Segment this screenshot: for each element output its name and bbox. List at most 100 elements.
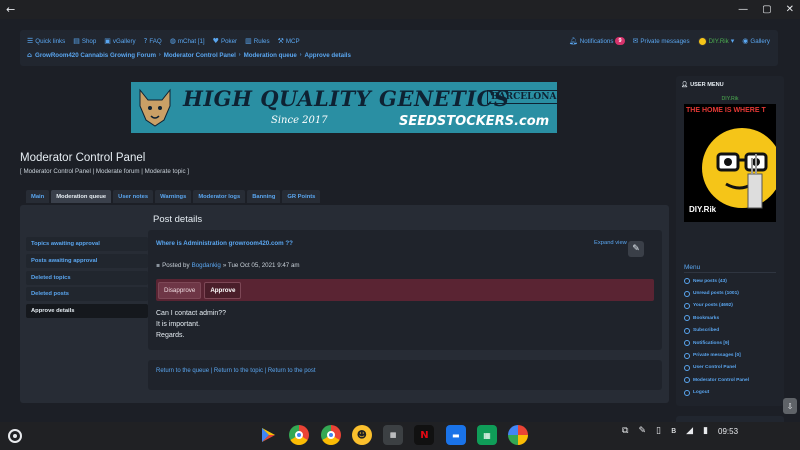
side-item-topics-awaiting[interactable]: Topics awaiting approval — [26, 237, 148, 251]
banner-headline: HIGH QUALITY GENETICS — [183, 86, 510, 111]
user-menu-heading: Menu — [684, 264, 776, 273]
breadcrumb-queue[interactable]: Moderation queue — [244, 52, 297, 59]
chat-icon: ◍ — [169, 37, 176, 45]
tab-gr-points[interactable]: GR Points — [282, 190, 321, 203]
stylus-icon[interactable]: ✎ — [638, 426, 646, 436]
menu-item-subscribed[interactable]: Subscribed — [684, 325, 780, 337]
side-item-approve-details[interactable]: Approve details — [26, 304, 148, 319]
post-box: Where is Administration growroom420.com … — [148, 230, 662, 350]
banner-ad[interactable]: HIGH QUALITY GENETICS Since 2017 BARCELO… — [131, 82, 557, 133]
post-meta: ▪ Posted by Bogdankig » Tue Oct 05, 2021… — [156, 262, 300, 269]
bullet-icon — [684, 364, 690, 371]
return-links[interactable]: Return to the queue | Return to the topi… — [156, 368, 316, 374]
close-icon[interactable]: ✕ — [786, 4, 794, 15]
mcp-link[interactable]: ⚒ MCP — [278, 37, 300, 45]
breadcrumb-approve-details[interactable]: Approve details — [305, 52, 351, 59]
menu-item-logout[interactable]: Logout — [684, 387, 780, 399]
bluetooth-icon[interactable]: ʙ — [671, 426, 676, 436]
approval-action-bar: Disapprove Approve — [156, 279, 654, 301]
breadcrumb-forum[interactable]: GrowRoom420 Cannabis Growing Forum — [35, 52, 156, 59]
side-item-deleted-topics[interactable]: Deleted topics — [26, 270, 148, 285]
home-icon[interactable]: ⌂ — [27, 51, 32, 59]
menu-item-new-posts[interactable]: New posts (43) — [684, 275, 780, 287]
launcher-icon[interactable] — [8, 429, 22, 443]
menu-item-unread-posts[interactable]: Unread posts (1001) — [684, 287, 780, 299]
quick-links-menu[interactable]: ☰ Quick links — [27, 37, 65, 45]
rules-link[interactable]: ▥ Rules — [245, 37, 269, 45]
poker-link[interactable]: ♥ Poker — [213, 37, 237, 45]
screenshot-icon[interactable]: ⧉ — [622, 426, 628, 436]
back-arrow-icon[interactable]: ← — [6, 3, 15, 16]
side-item-deleted-posts[interactable]: Deleted posts — [26, 287, 148, 302]
shop-link[interactable]: ▤ Shop — [73, 37, 96, 45]
mcp-sub-links[interactable]: [ Moderator Control Panel | Moderate for… — [20, 168, 189, 175]
user-menu-panel: 👤︎ USER MENU DIY.Rik THE HOME IS WHERE T … — [676, 76, 784, 406]
menu-item-private-messages[interactable]: Private messages [0] — [684, 349, 780, 361]
disapprove-button[interactable]: Disapprove — [158, 281, 202, 299]
play-store-icon[interactable] — [258, 425, 278, 445]
photos-icon[interactable] — [508, 425, 529, 445]
tab-moderator-logs[interactable]: Moderator logs — [193, 190, 246, 203]
faq-link[interactable]: ? FAQ — [144, 37, 162, 45]
navbar-right: 🔔︎ Notifications 9 ✉ Private messages DIY.R… — [569, 36, 770, 46]
inbox-icon: ✉ — [632, 37, 639, 45]
user-menu-list: New posts (43) Unread posts (1001) Your … — [684, 275, 780, 399]
approve-button[interactable]: Approve — [204, 281, 242, 299]
battery-icon: ▮ — [703, 426, 709, 436]
post-topic-link[interactable]: Where is Administration growroom420.com … — [156, 240, 293, 247]
heart-icon: ♥ — [212, 37, 219, 45]
expand-view-link[interactable]: Expand view — [594, 240, 627, 246]
tab-banning[interactable]: Banning — [247, 190, 281, 203]
netflix-icon[interactable]: N — [414, 425, 435, 445]
camera-icon: ◉ — [742, 37, 749, 45]
menu-item-ucp[interactable]: User Control Panel — [684, 362, 780, 374]
post-content: Can I contact admin?? It is important. R… — [156, 308, 226, 341]
post-details-heading: Post details — [153, 214, 203, 225]
menu-item-notifications[interactable]: Notifications [9] — [684, 337, 780, 349]
edit-post-button[interactable]: ✎ — [628, 241, 644, 257]
avatar[interactable]: THE HOME IS WHERE T DIY.Rik — [684, 104, 776, 222]
post-author-link[interactable]: Bogdankig — [192, 262, 221, 269]
side-item-posts-awaiting[interactable]: Posts awaiting approval — [26, 253, 148, 268]
chrome-beta-icon[interactable] — [320, 425, 341, 445]
private-messages-link[interactable]: ✉ Private messages — [633, 37, 690, 45]
bullet-icon — [684, 327, 690, 334]
minimize-icon[interactable]: — — [738, 4, 748, 15]
gallery-link[interactable]: ◉ Gallery — [742, 37, 770, 45]
menu-item-bookmarks[interactable]: Bookmarks — [684, 312, 780, 324]
tab-user-notes[interactable]: User notes — [113, 190, 154, 203]
user-menu-username[interactable]: DIY.Rik — [676, 96, 784, 102]
chrome-icon[interactable] — [289, 425, 310, 445]
user-menu-title: 👤︎ USER MENU — [681, 82, 724, 88]
scroll-down-button[interactable]: ⇩ — [783, 398, 797, 414]
bullet-icon — [684, 315, 690, 322]
arrow-down-icon: ⇩ — [786, 401, 794, 411]
phone-icon[interactable]: ▯ — [656, 426, 661, 436]
video-app-icon[interactable]: ▦ — [383, 425, 404, 445]
post-file-icon: ▪ — [156, 262, 161, 269]
question-icon: ? — [143, 37, 148, 45]
bullet-icon — [684, 389, 690, 396]
app-dock: ☻ ▦ N ▬ ▦ — [258, 425, 529, 445]
bullet-icon — [684, 302, 690, 309]
return-links-box: Return to the queue | Return to the topi… — [148, 360, 662, 390]
tab-moderation-queue[interactable]: Moderation queue — [51, 190, 112, 203]
notifications-link[interactable]: 🔔︎ Notifications 9 — [569, 37, 625, 45]
menu-item-mcp[interactable]: Moderator Control Panel — [684, 374, 780, 386]
post-content-line: Can I contact admin?? — [156, 310, 227, 317]
maximize-icon[interactable]: ▢ — [762, 4, 771, 15]
mchat-link[interactable]: ◍ mChat [1] — [170, 37, 205, 45]
breadcrumb-mcp[interactable]: Moderator Control Panel — [164, 52, 236, 59]
menu-item-your-posts[interactable]: Your posts (4692) — [684, 300, 780, 312]
system-tray[interactable]: ⧉ ✎ ▯ ʙ ◢ ▮ 09:53 — [622, 426, 738, 436]
vgallery-link[interactable]: ▣ vGallery — [104, 37, 135, 45]
user-profile-menu[interactable]: DIY.Rik ▾ — [697, 36, 734, 46]
post-content-line: It is important. — [156, 321, 200, 328]
tab-main[interactable]: Main — [26, 190, 50, 203]
clock[interactable]: 09:53 — [718, 427, 738, 436]
app-yellow-icon[interactable]: ☻ — [351, 425, 372, 445]
sheets-icon[interactable]: ▦ — [477, 425, 498, 445]
tab-warnings[interactable]: Warnings — [155, 190, 192, 203]
files-icon[interactable]: ▬ — [445, 425, 466, 445]
moderation-side-menu: Topics awaiting approval Posts awaiting … — [26, 237, 148, 321]
